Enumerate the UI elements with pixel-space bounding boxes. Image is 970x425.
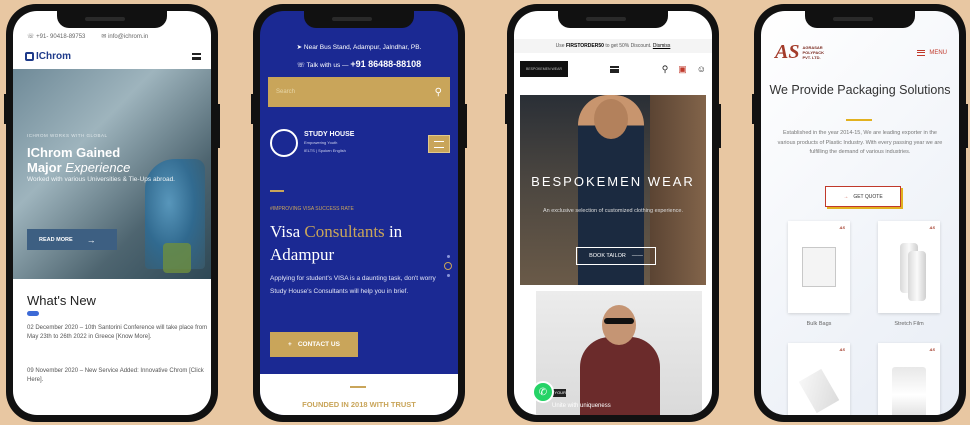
hero-description: Applying for student's VISA is a dauntin… bbox=[270, 275, 436, 295]
menu-button[interactable]: MENU bbox=[917, 49, 947, 56]
accent-line bbox=[350, 386, 366, 388]
phone-mockup-ichrom: ☏ +91- 90418-89753 ✉ info@ichrom.in IChr… bbox=[4, 4, 220, 422]
user-icon[interactable]: ☺ bbox=[697, 64, 706, 74]
product-card[interactable]: AS bbox=[788, 221, 850, 313]
bespokemen-screen: Use FIRSTORDER50 to get 50% Discount. Di… bbox=[514, 11, 712, 415]
hero-subtitle: Worked with various Universities & Tie-U… bbox=[27, 176, 175, 183]
search-input[interactable]: Search bbox=[276, 89, 295, 95]
header-nav: IChrom bbox=[25, 51, 201, 62]
logo-icon bbox=[25, 52, 34, 61]
address: ➤ Near Bus Stand, Adampur, Jalndhar, PB. bbox=[296, 44, 422, 51]
agrasar-screen: AS AGRASAR POLYPACK PVT. LTD. MENU We Prov… bbox=[761, 11, 959, 415]
phone-mockup-agrasar: AS AGRASAR POLYPACK PVT. LTD. MENU We Prov… bbox=[752, 4, 968, 422]
agrasar-logo[interactable]: AS AGRASAR POLYPACK PVT. LTD. bbox=[775, 41, 824, 64]
product-image bbox=[892, 367, 926, 415]
phone-mockup-study-house: ➤ Near Bus Stand, Adampur, Jalndhar, PB.… bbox=[251, 4, 467, 422]
search-icon[interactable]: ⚲ bbox=[435, 87, 442, 98]
bespokemen-logo[interactable]: BESPOKEMEN WEAR bbox=[520, 61, 568, 77]
search-icon[interactable]: ⚲ bbox=[662, 64, 669, 75]
news-heading: What's New bbox=[27, 293, 96, 308]
search-bar[interactable]: Search ⚲ bbox=[268, 77, 450, 107]
accent-line bbox=[846, 119, 872, 121]
hero-title: BESPOKEMEN WEAR bbox=[531, 174, 695, 189]
hero-subtitle: An exclusive selection of customized clo… bbox=[542, 208, 684, 214]
hero-title: Visa Consultants in Adampur bbox=[270, 222, 403, 264]
promo-bar: Use FIRSTORDER50 to get 50% Discount. Di… bbox=[514, 39, 712, 53]
hamburger-menu-icon[interactable] bbox=[428, 135, 450, 153]
hero-title: IChrom Gained Major Experience bbox=[27, 145, 131, 175]
accent-line bbox=[270, 190, 284, 192]
slider-dots[interactable] bbox=[444, 255, 452, 277]
header-nav: BESPOKEMEN WEAR ⚲ ▣ ☺ bbox=[520, 61, 706, 77]
hamburger-menu-icon[interactable] bbox=[192, 53, 201, 60]
founded-text: FOUNDED IN 2018 WITH TRUST bbox=[302, 400, 416, 409]
hero-kicker: #IMPROVING VISA SUCCESS RATE bbox=[270, 206, 354, 212]
whatsapp-icon[interactable]: ✆ bbox=[532, 381, 554, 403]
product-label[interactable]: Bulk Bags bbox=[788, 321, 850, 327]
phone-link[interactable]: ☏ +91- 90418-89753 bbox=[27, 33, 85, 40]
hero-kicker: ICHROM WORKS WITH GLOBAL bbox=[27, 133, 108, 138]
header-nav: AS AGRASAR POLYPACK PVT. LTD. MENU bbox=[775, 41, 947, 64]
phone-mockup-bespokemen: Use FIRSTORDER50 to get 50% Discount. Di… bbox=[505, 4, 721, 422]
hamburger-menu-icon[interactable] bbox=[610, 65, 620, 73]
arrow-right-icon: → bbox=[86, 234, 96, 245]
founded-section: FOUNDED IN 2018 WITH TRUST bbox=[260, 374, 458, 415]
hamburger-menu-icon bbox=[917, 49, 926, 56]
read-more-button[interactable]: READ MORE → bbox=[27, 229, 117, 250]
ichrom-screen: ☏ +91- 90418-89753 ✉ info@ichrom.in IChr… bbox=[13, 11, 211, 415]
arrow-right-icon: → bbox=[843, 193, 849, 200]
ichrom-logo[interactable]: IChrom bbox=[25, 51, 71, 62]
arrow-line-icon: —— bbox=[631, 253, 643, 259]
hero-banner: ICHROM WORKS WITH GLOBAL IChrom Gained Ma… bbox=[13, 69, 211, 279]
study-house-screen: ➤ Near Bus Stand, Adampur, Jalndhar, PB.… bbox=[260, 11, 458, 415]
talk-with-us[interactable]: ☏ Talk with us — +91 86488-88108 bbox=[260, 59, 458, 69]
dismiss-link[interactable]: Dismiss bbox=[653, 43, 671, 49]
bulk-bag-image bbox=[802, 247, 836, 287]
contact-bar: ☏ +91- 90418-89753 ✉ info@ichrom.in bbox=[27, 33, 201, 40]
get-quote-button[interactable]: → GET QUOTE bbox=[825, 186, 901, 207]
heading-underline bbox=[27, 311, 39, 316]
hero-title: We Provide Packaging Solutions bbox=[769, 83, 951, 97]
product-image bbox=[798, 368, 840, 414]
sunglasses bbox=[604, 318, 634, 324]
card-caption: Unite with uniqueness bbox=[552, 403, 611, 409]
beaker-image bbox=[163, 243, 191, 273]
contact-us-button[interactable]: + CONTACT US bbox=[270, 332, 358, 357]
product-card[interactable]: AS bbox=[878, 343, 940, 415]
background-wall bbox=[650, 95, 706, 285]
product-card[interactable]: AS bbox=[878, 221, 940, 313]
cart-icon[interactable]: ▣ bbox=[678, 64, 687, 75]
plus-icon: + bbox=[288, 341, 292, 348]
email-link[interactable]: ✉ info@ichrom.in bbox=[101, 33, 148, 40]
product-card[interactable]: AS bbox=[788, 343, 850, 415]
hero-banner: BESPOKEMEN WEAR An exclusive selection o… bbox=[520, 95, 706, 285]
hero-description: Established in the year 2014-15, We are … bbox=[777, 130, 943, 155]
news-item[interactable]: 09 November 2020 – New Service Added: In… bbox=[27, 367, 211, 385]
book-tailor-button[interactable]: BOOK TAILOR —— bbox=[576, 247, 656, 265]
study-house-logo[interactable]: STUDY HOUSE Empowering Youth IELTS | Spoke… bbox=[270, 129, 354, 157]
product-label[interactable]: Stretch Film bbox=[878, 321, 940, 327]
logo-emblem-icon bbox=[270, 129, 298, 157]
news-item[interactable]: 02 December 2020 – 10th Santorini Confer… bbox=[27, 324, 211, 342]
